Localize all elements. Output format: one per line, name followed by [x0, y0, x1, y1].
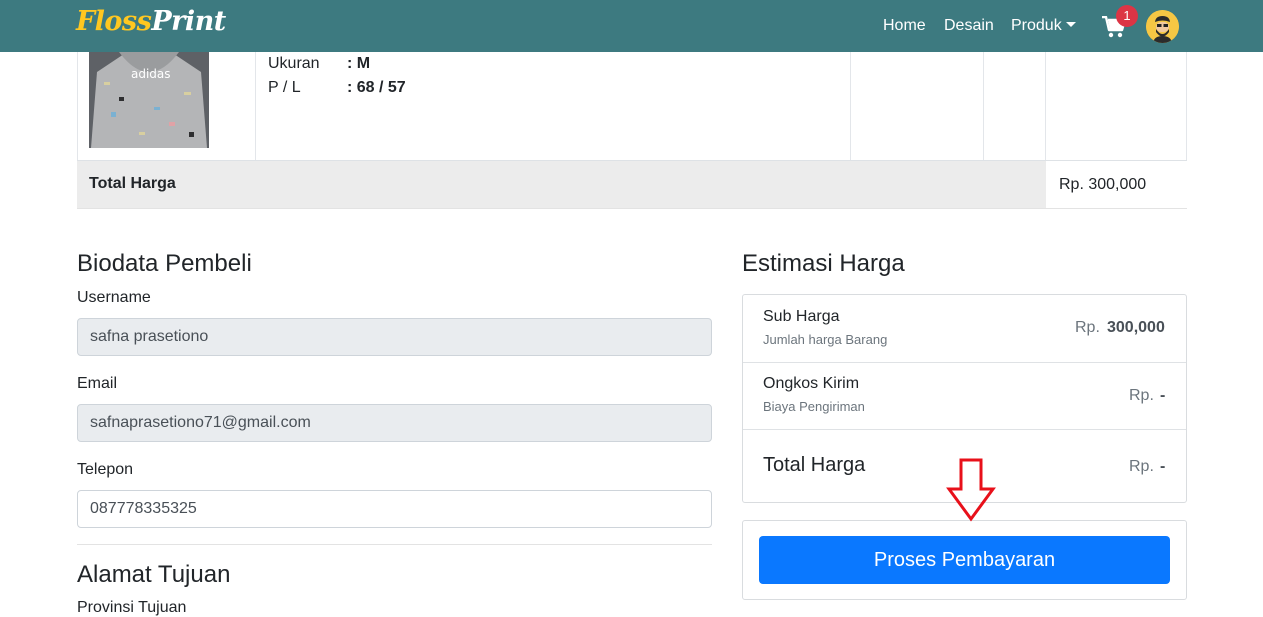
- email-label: Email: [77, 375, 118, 392]
- cart-count-badge: 1: [1116, 5, 1138, 27]
- nav-home[interactable]: Home: [883, 17, 926, 35]
- chevron-down-icon: [1065, 22, 1076, 27]
- provinsi-label: Provinsi Tujuan: [77, 599, 187, 616]
- brand-logo-part1: Floss: [76, 6, 152, 37]
- user-avatar[interactable]: [1146, 10, 1179, 43]
- table-cell-subtotal: [1046, 52, 1187, 160]
- username-input[interactable]: safna prasetiono: [77, 318, 712, 356]
- estimasi-total-title: Total Harga: [763, 454, 866, 476]
- email-input[interactable]: safnaprasetiono71@gmail.com: [77, 404, 712, 442]
- nav-produk-label: Produk: [1011, 17, 1062, 34]
- total-harga-label: Total Harga: [89, 175, 176, 192]
- estimasi-total-currency: Rp.: [1129, 458, 1154, 475]
- total-harga-value: Rp. 300,000: [1059, 176, 1147, 193]
- svg-text:adidas: adidas: [131, 67, 171, 81]
- nav-desain[interactable]: Desain: [944, 17, 994, 35]
- attr-value-pl: : 68 / 57: [347, 79, 406, 96]
- telepon-input[interactable]: 087778335325: [77, 490, 712, 528]
- attr-value-ukuran: : M: [347, 55, 371, 72]
- nav-produk-dropdown[interactable]: Produk: [1011, 17, 1076, 35]
- brand-logo-part2: Print: [151, 6, 226, 37]
- username-label: Username: [77, 289, 151, 306]
- product-image: adidas: [89, 52, 209, 148]
- ongkos-kirim-amount: -: [1160, 387, 1166, 404]
- navbar: FlossPrint Home Desain Produk 1: [0, 0, 1263, 52]
- table-cell-price: [984, 52, 1046, 160]
- sub-harga-subtitle: Jumlah harga Barang: [763, 332, 888, 347]
- attr-label-pl: P / L: [268, 79, 301, 96]
- table-cell-qty: [851, 52, 984, 160]
- ongkos-kirim-currency: Rp.: [1129, 387, 1154, 404]
- table-cell-details: [256, 52, 851, 160]
- cart-table: adidas Ukuran : M P / L : 68 / 57 Total …: [77, 52, 1187, 209]
- list-item-sub-harga: Sub Harga Jumlah harga Barang Rp. 300,00…: [743, 295, 1186, 363]
- sub-harga-title: Sub Harga: [763, 308, 840, 325]
- list-item-ongkos-kirim: Ongkos Kirim Biaya Pengiriman Rp. -: [743, 363, 1186, 430]
- ongkos-kirim-subtitle: Biaya Pengiriman: [763, 399, 865, 414]
- divider: [77, 544, 712, 545]
- telepon-label: Telepon: [77, 461, 134, 478]
- brand-logo[interactable]: FlossPrint: [76, 6, 226, 37]
- estimasi-title: Estimasi Harga: [742, 250, 905, 277]
- sub-harga-currency: Rp.: [1075, 319, 1100, 336]
- estimasi-total-amount: -: [1160, 458, 1166, 475]
- proses-pembayaran-button[interactable]: Proses Pembayaran: [759, 536, 1170, 584]
- sub-harga-amount: 300,000: [1107, 319, 1165, 336]
- alamat-title: Alamat Tujuan: [77, 561, 231, 588]
- ongkos-kirim-title: Ongkos Kirim: [763, 375, 860, 392]
- down-arrow-outline-icon: [946, 457, 996, 523]
- biodata-title: Biodata Pembeli: [77, 250, 252, 277]
- attr-label-ukuran: Ukuran: [268, 55, 320, 72]
- total-row: [77, 160, 1187, 209]
